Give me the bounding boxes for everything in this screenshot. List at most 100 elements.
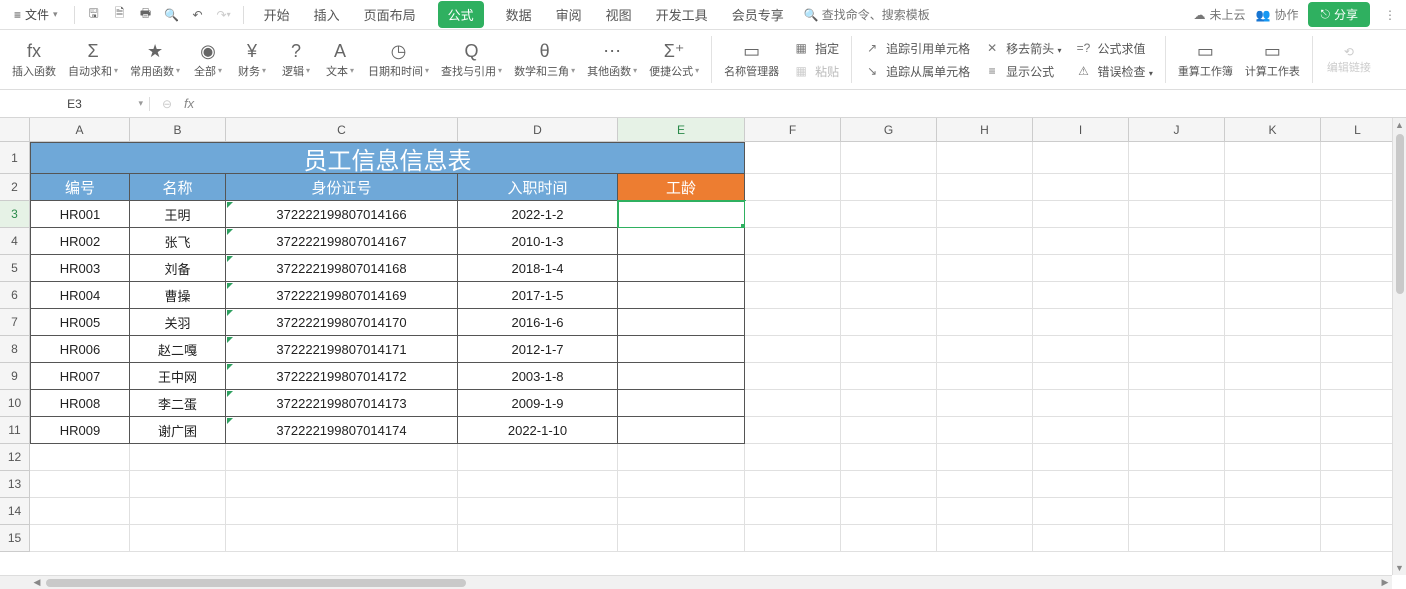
cell-K14[interactable] [1225,498,1321,525]
ribbon-常用函数[interactable]: ★ 常用函数▾ [124,30,186,89]
save-as-icon[interactable]: 🗎 [109,4,131,26]
cell-F13[interactable] [745,471,841,498]
tab-页面布局[interactable]: 页面布局 [362,1,418,28]
cell-K1[interactable] [1225,142,1321,174]
cell-D5[interactable]: 2018-1-4 [458,255,618,282]
col-header-I[interactable]: I [1033,118,1129,142]
ribbon-arrows-显示公式[interactable]: ≡显示公式 [982,62,1063,81]
ribbon-arrows-移去箭头[interactable]: ✕移去箭头 ▾ [982,39,1063,58]
tab-公式[interactable]: 公式 [438,1,484,28]
cell-D9[interactable]: 2003-1-8 [458,363,618,390]
cell-E6[interactable] [618,282,745,309]
cell-F6[interactable] [745,282,841,309]
cell-J2[interactable] [1129,174,1225,201]
cell-L9[interactable] [1321,363,1395,390]
file-menu[interactable]: ≡ 文件 ▾ [6,4,66,25]
scroll-down-arrow[interactable]: ▼ [1393,561,1406,575]
cell-J4[interactable] [1129,228,1225,255]
cell-I14[interactable] [1033,498,1129,525]
cell-A9[interactable]: HR007 [30,363,130,390]
cell-H8[interactable] [937,336,1033,363]
col-header-D[interactable]: D [458,118,618,142]
ribbon-name-manager[interactable]: ▭ 名称管理器 [718,30,785,89]
cell-L1[interactable] [1321,142,1395,174]
cell-D13[interactable] [458,471,618,498]
tab-视图[interactable]: 视图 [604,1,634,28]
row-header-10[interactable]: 10 [0,390,30,417]
cell-L13[interactable] [1321,471,1395,498]
cell-J15[interactable] [1129,525,1225,552]
cell-F12[interactable] [745,444,841,471]
row-header-8[interactable]: 8 [0,336,30,363]
scroll-thumb-h[interactable] [46,579,466,587]
cell-D14[interactable] [458,498,618,525]
cell-J11[interactable] [1129,417,1225,444]
tab-会员专享[interactable]: 会员专享 [730,1,786,28]
cell-B14[interactable] [130,498,226,525]
cell-L14[interactable] [1321,498,1395,525]
cell-E3[interactable] [618,201,745,228]
cell-A3[interactable]: HR001 [30,201,130,228]
row-header-3[interactable]: 3 [0,201,30,228]
header-D[interactable]: 入职时间 [458,174,618,201]
scroll-right-arrow[interactable]: ▶ [1378,576,1392,589]
cell-D15[interactable] [458,525,618,552]
cell-G8[interactable] [841,336,937,363]
cell-H6[interactable] [937,282,1033,309]
cell-L3[interactable] [1321,201,1395,228]
scroll-left-arrow[interactable]: ◀ [30,576,44,589]
cell-E11[interactable] [618,417,745,444]
ribbon-财务[interactable]: ¥ 财务▾ [230,30,274,89]
cell-K10[interactable] [1225,390,1321,417]
cell-B13[interactable] [130,471,226,498]
cell-C3[interactable]: 372222199807014166 [226,201,458,228]
cell-H5[interactable] [937,255,1033,282]
cell-F1[interactable] [745,142,841,174]
row-header-14[interactable]: 14 [0,498,30,525]
cell-K11[interactable] [1225,417,1321,444]
share-button[interactable]: ⎋ 分享 [1308,2,1370,27]
ribbon-其他函数[interactable]: ⋯ 其他函数▾ [581,30,643,89]
row-header-12[interactable]: 12 [0,444,30,471]
cell-B8[interactable]: 赵二嘎 [130,336,226,363]
cell-I1[interactable] [1033,142,1129,174]
cell-J8[interactable] [1129,336,1225,363]
ribbon-eval-错误检查[interactable]: ⚠错误检查 ▾ [1074,62,1155,81]
cell-L7[interactable] [1321,309,1395,336]
cell-I8[interactable] [1033,336,1129,363]
cell-K12[interactable] [1225,444,1321,471]
cell-B3[interactable]: 王明 [130,201,226,228]
cell-H15[interactable] [937,525,1033,552]
col-header-F[interactable]: F [745,118,841,142]
cell-J14[interactable] [1129,498,1225,525]
cell-B4[interactable]: 张飞 [130,228,226,255]
cell-A11[interactable]: HR009 [30,417,130,444]
cell-J7[interactable] [1129,309,1225,336]
cell-D4[interactable]: 2010-1-3 [458,228,618,255]
cell-I9[interactable] [1033,363,1129,390]
row-header-6[interactable]: 6 [0,282,30,309]
cell-A7[interactable]: HR005 [30,309,130,336]
cell-F10[interactable] [745,390,841,417]
cell-K5[interactable] [1225,255,1321,282]
row-header-5[interactable]: 5 [0,255,30,282]
cell-D11[interactable]: 2022-1-10 [458,417,618,444]
row-header-4[interactable]: 4 [0,228,30,255]
ribbon-逻辑[interactable]: ? 逻辑▾ [274,30,318,89]
cell-J12[interactable] [1129,444,1225,471]
cell-J6[interactable] [1129,282,1225,309]
cell-B10[interactable]: 李二蛋 [130,390,226,417]
ribbon-日期和时间[interactable]: ◷ 日期和时间▾ [362,30,435,89]
cell-B5[interactable]: 刘备 [130,255,226,282]
cell-E13[interactable] [618,471,745,498]
cell-K8[interactable] [1225,336,1321,363]
tab-插入[interactable]: 插入 [312,1,342,28]
row-header-11[interactable]: 11 [0,417,30,444]
redo-icon[interactable]: ↷▾ [213,4,235,26]
cell-C13[interactable] [226,471,458,498]
cell-D7[interactable]: 2016-1-6 [458,309,618,336]
header-A[interactable]: 编号 [30,174,130,201]
cell-I10[interactable] [1033,390,1129,417]
cell-A5[interactable]: HR003 [30,255,130,282]
cell-A6[interactable]: HR004 [30,282,130,309]
